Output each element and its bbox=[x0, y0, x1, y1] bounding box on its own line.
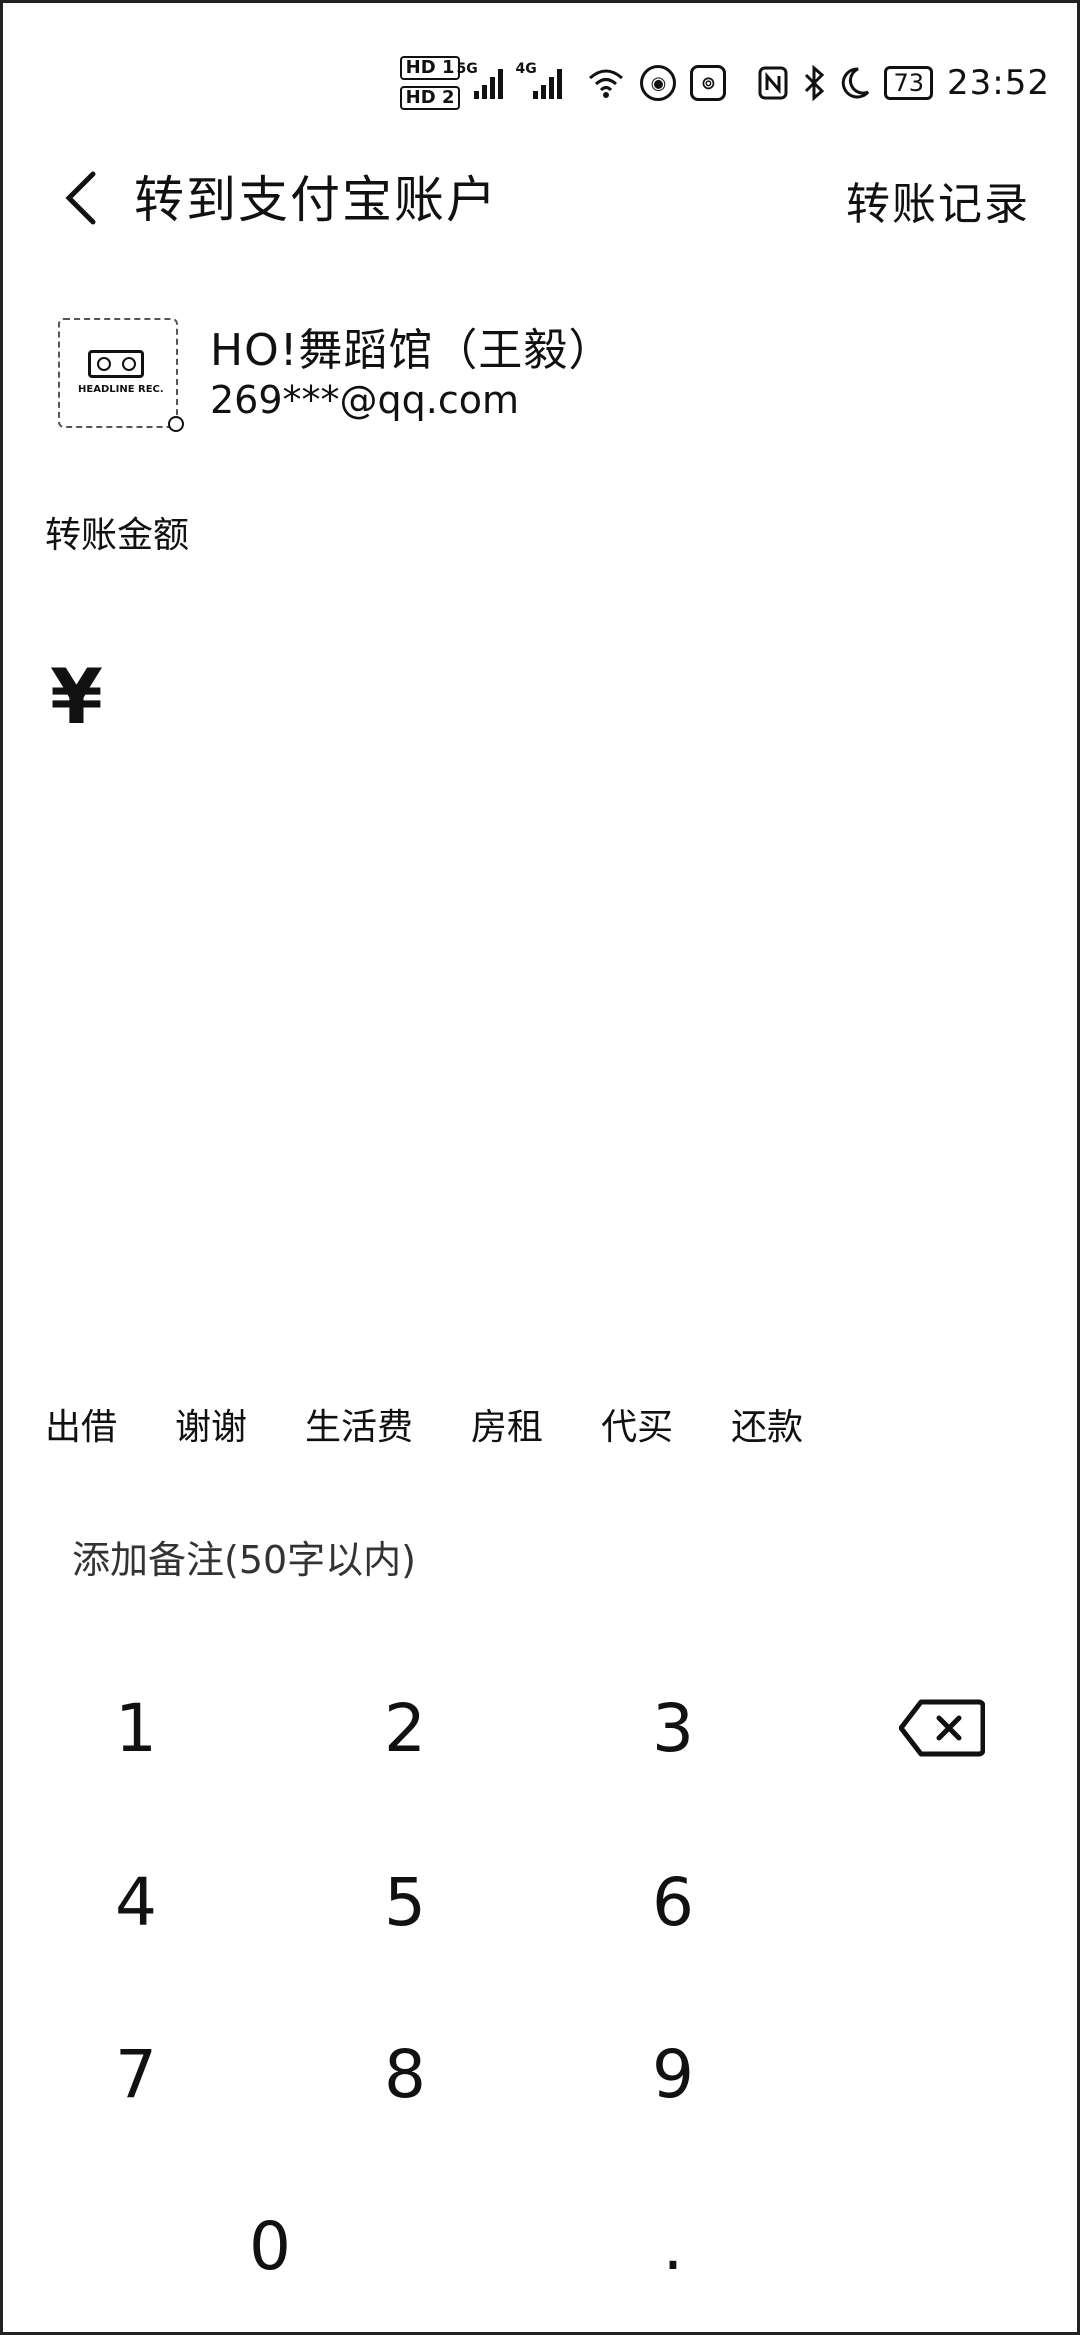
signal-icon: 5G bbox=[456, 61, 504, 99]
sim-badges: HD 1 HD 2 bbox=[399, 56, 461, 110]
currency-symbol[interactable]: ¥ bbox=[50, 652, 103, 741]
tag-rent[interactable]: 房租 bbox=[471, 1398, 543, 1450]
battery-icon: 73 bbox=[884, 66, 934, 100]
sim1-badge: HD 1 bbox=[399, 56, 461, 80]
avatar-badge-icon bbox=[168, 416, 184, 432]
tag-proxy-purchase[interactable]: 代买 bbox=[601, 1398, 673, 1450]
key-5[interactable]: 5 bbox=[305, 1842, 505, 1962]
moon-icon bbox=[842, 67, 870, 99]
tag-living-expenses[interactable]: 生活费 bbox=[305, 1398, 413, 1450]
key-decimal[interactable]: . bbox=[573, 2186, 773, 2306]
delete-key[interactable] bbox=[842, 1668, 1042, 1788]
memo-input[interactable] bbox=[72, 1535, 772, 1585]
tag-thanks[interactable]: 谢谢 bbox=[175, 1398, 247, 1450]
back-chevron-icon[interactable] bbox=[55, 168, 115, 228]
payee-account: 269***@qq.com bbox=[210, 378, 520, 422]
tag-repayment[interactable]: 还款 bbox=[731, 1398, 803, 1450]
key-3[interactable]: 3 bbox=[573, 1668, 773, 1788]
key-6[interactable]: 6 bbox=[573, 1842, 773, 1962]
amount-label: 转账金额 bbox=[45, 515, 190, 556]
cassette-icon bbox=[88, 350, 144, 378]
network-type-1: 5G bbox=[456, 61, 478, 77]
key-0[interactable]: 0 bbox=[170, 2186, 370, 2306]
key-4[interactable]: 4 bbox=[36, 1842, 236, 1962]
bluetooth-icon bbox=[805, 65, 825, 101]
memo-tags: 出借 谢谢 生活费 房租 代买 还款 bbox=[45, 1398, 803, 1450]
key-1[interactable]: 1 bbox=[36, 1668, 236, 1788]
key-2[interactable]: 2 bbox=[305, 1668, 505, 1788]
payee-avatar: HEADLINE REC. bbox=[58, 318, 184, 432]
backspace-icon bbox=[899, 1699, 985, 1757]
nfc-icon bbox=[758, 66, 788, 100]
payee-name: HO!舞蹈馆（王毅） bbox=[210, 325, 614, 376]
confirm-key[interactable] bbox=[842, 2014, 1042, 2134]
page-title: 转到支付宝账户 bbox=[134, 171, 498, 229]
clock: 23:52 bbox=[947, 63, 1050, 103]
key-7[interactable]: 7 bbox=[36, 2014, 236, 2134]
avatar-logo-text: HEADLINE REC. bbox=[78, 384, 164, 395]
wifi-icon bbox=[589, 69, 624, 98]
transfer-records-link[interactable]: 转账记录 bbox=[846, 168, 1030, 232]
status-bar: HD 1 HD 2 5G 4G ◉ ⊚ 73 23:52 bbox=[350, 48, 1050, 118]
signal-icon-2: 4G bbox=[515, 61, 563, 99]
key-8[interactable]: 8 bbox=[305, 2014, 505, 2134]
network-type-2: 4G bbox=[515, 61, 537, 77]
shield-icon: ⊚ bbox=[690, 65, 727, 101]
sim2-badge: HD 2 bbox=[399, 86, 461, 110]
vpn-icon: ◉ bbox=[640, 65, 677, 101]
tag-lend[interactable]: 出借 bbox=[45, 1398, 117, 1450]
key-9[interactable]: 9 bbox=[573, 2014, 773, 2134]
